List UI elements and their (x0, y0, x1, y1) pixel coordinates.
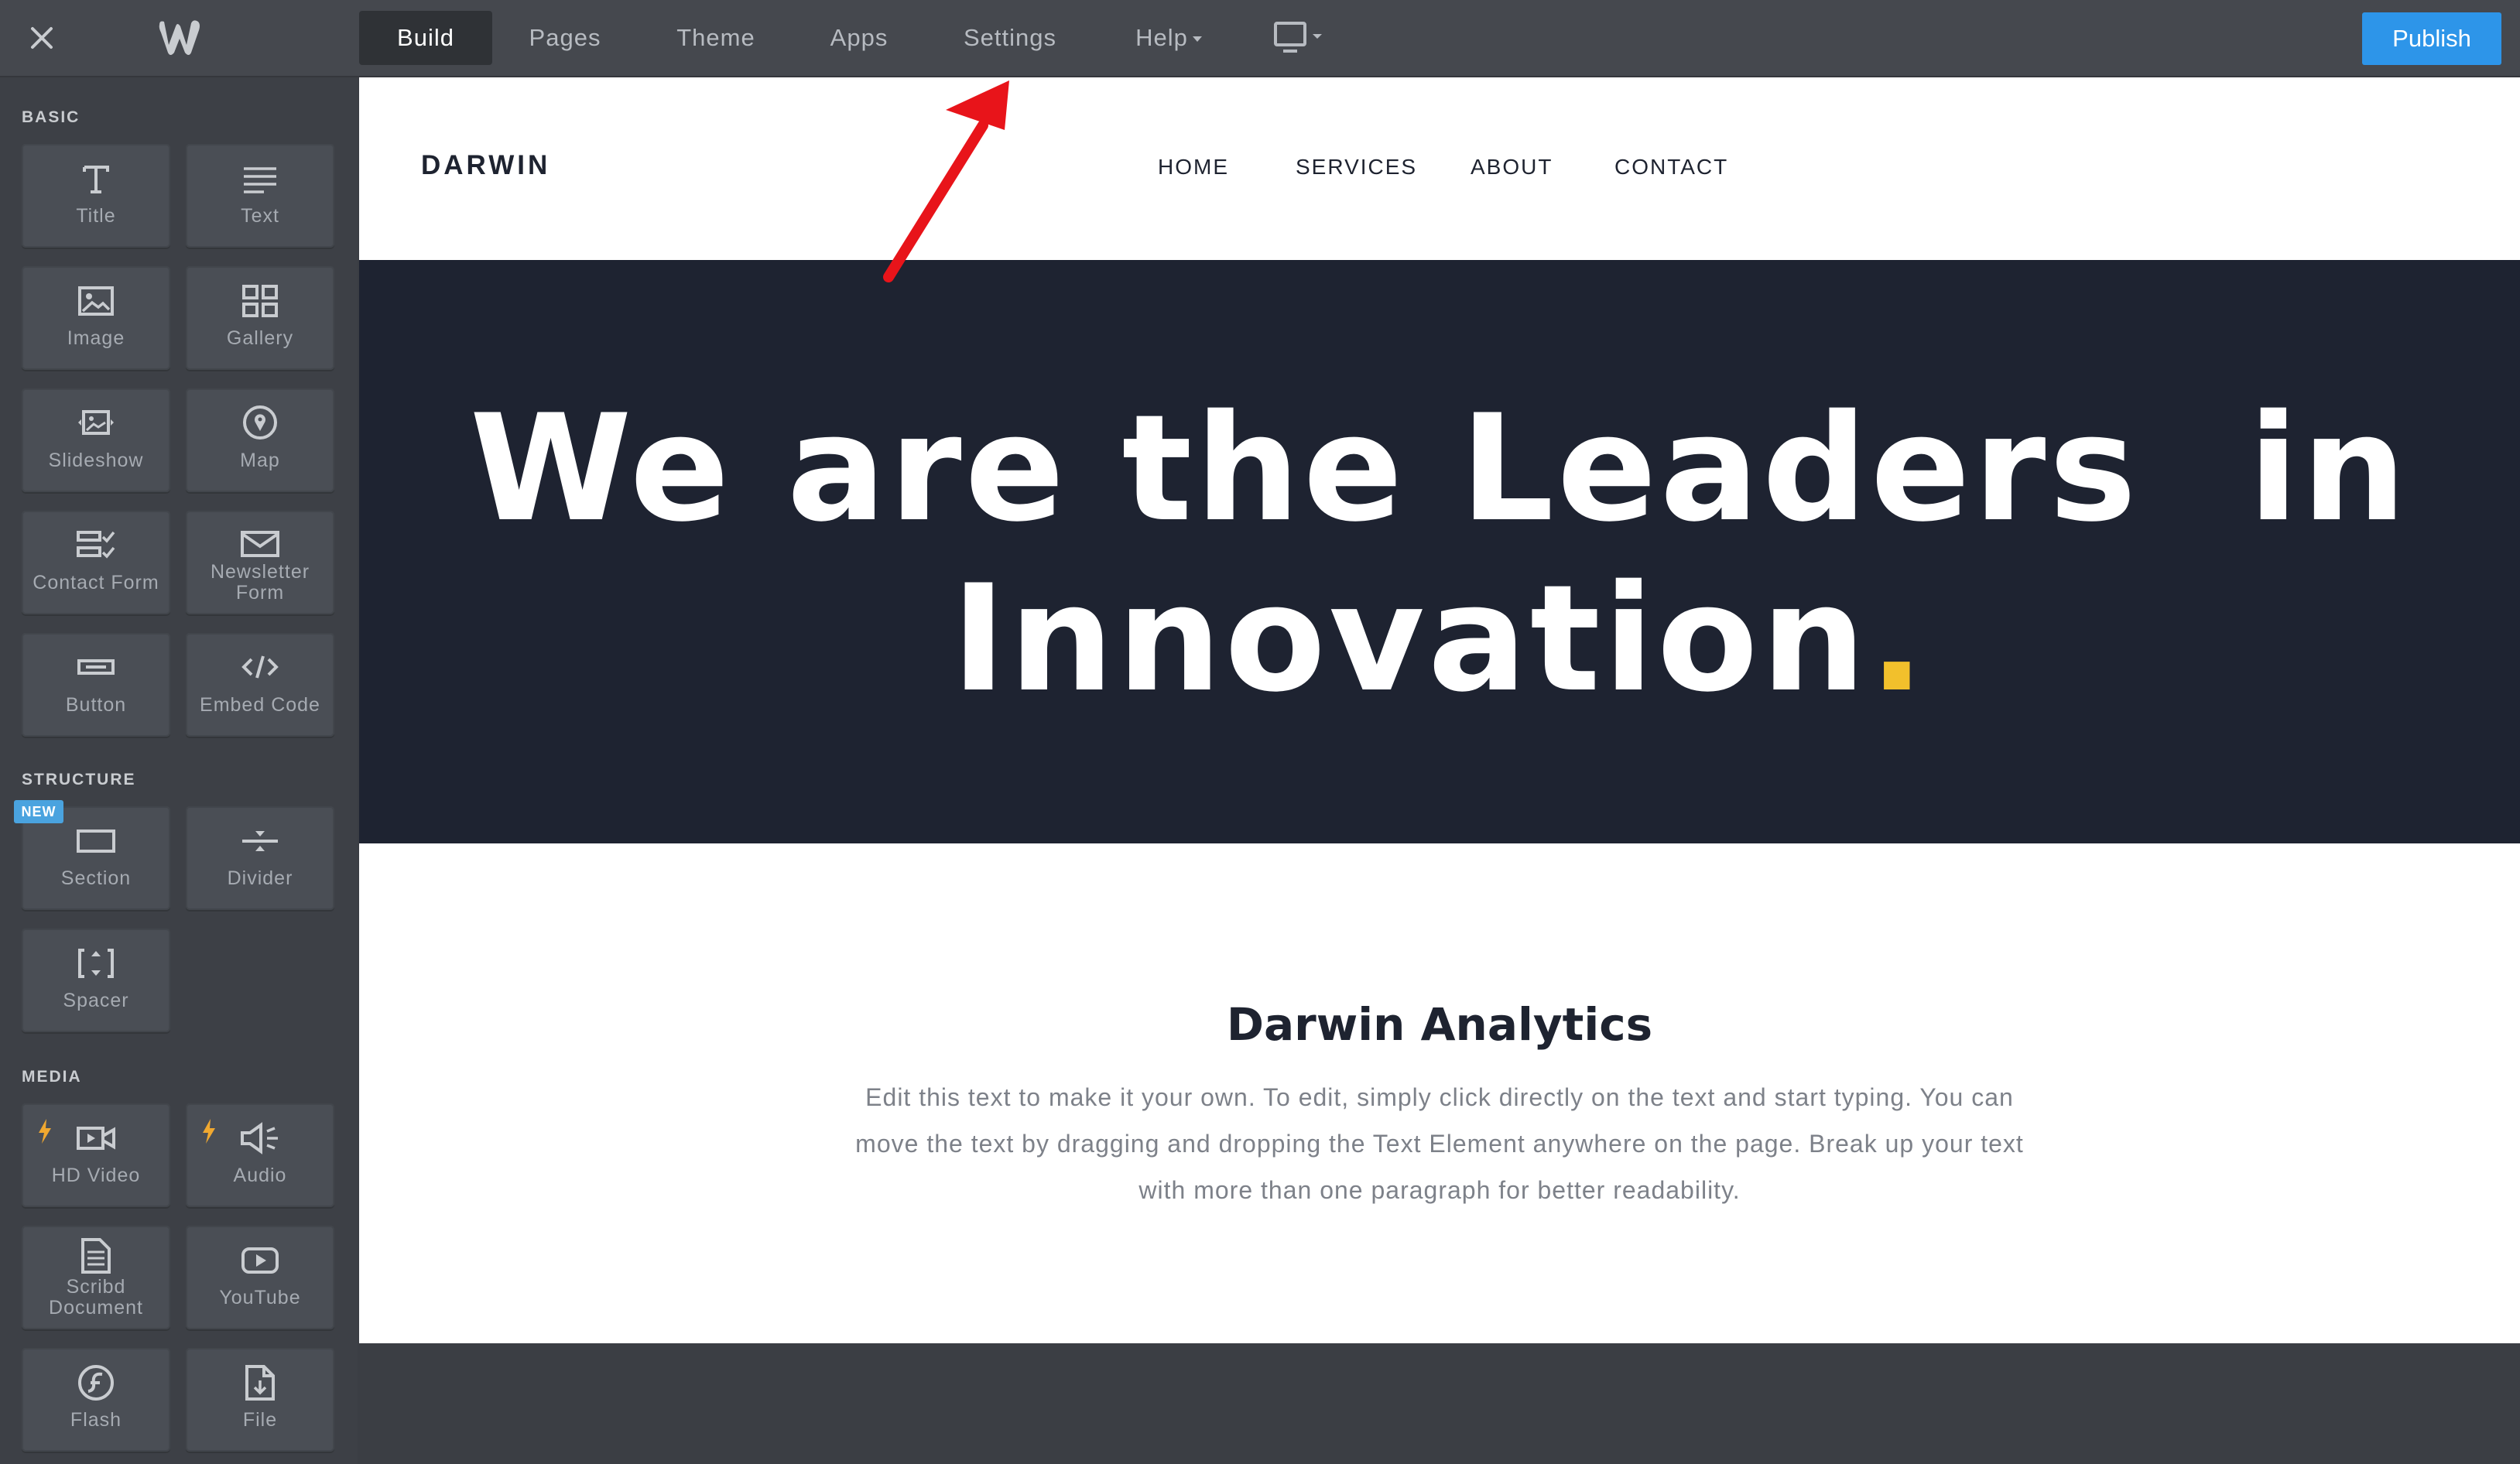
hero-accent-dot: . (1868, 553, 1928, 724)
section-title[interactable]: Darwin Analytics (359, 998, 2520, 1051)
lightning-icon (203, 1119, 215, 1144)
audio-icon (241, 1122, 278, 1154)
section-label-media: MEDIA (22, 1068, 82, 1086)
element-text[interactable]: Text (186, 144, 334, 248)
hero-banner[interactable]: We are the Leaders in Innovation. (359, 260, 2520, 843)
divider-icon (242, 831, 278, 851)
code-icon (241, 655, 279, 679)
element-slideshow[interactable]: Slideshow (22, 388, 170, 492)
element-scribd-document[interactable]: Scribd Document (22, 1226, 170, 1329)
tab-help[interactable]: Help (1114, 11, 1223, 65)
element-map[interactable]: Map (186, 388, 334, 492)
document-icon (81, 1238, 111, 1274)
envelope-icon (241, 531, 279, 557)
element-gallery-label: Gallery (226, 327, 294, 349)
element-embed-code-label: Embed Code (200, 694, 320, 716)
site-nav-contact[interactable]: CONTACT (1614, 155, 1728, 180)
hero-headline[interactable]: We are the Leaders in Innovation. (359, 384, 2520, 724)
gallery-icon (242, 285, 278, 317)
element-audio[interactable]: Audio (186, 1103, 334, 1207)
button-icon (77, 659, 115, 675)
file-icon (245, 1365, 275, 1401)
contact-form-icon (77, 531, 115, 559)
element-text-label: Text (241, 205, 279, 227)
element-contact-form[interactable]: Contact Form (22, 511, 170, 614)
tab-theme[interactable]: Theme (658, 11, 774, 65)
youtube-icon (241, 1247, 279, 1274)
element-divider[interactable]: Divider (186, 806, 334, 910)
element-newsletter-form-label: Newsletter Form (210, 561, 310, 604)
tab-settings[interactable]: Settings (944, 11, 1076, 65)
element-contact-form-label: Contact Form (33, 572, 159, 593)
element-newsletter-form[interactable]: Newsletter Form (186, 511, 334, 614)
element-image[interactable]: Image (22, 266, 170, 370)
chevron-down-icon (1192, 36, 1202, 43)
element-image-label: Image (67, 327, 125, 349)
element-slideshow-label: Slideshow (48, 450, 144, 471)
site-nav-services[interactable]: SERVICES (1296, 155, 1417, 180)
text-icon (244, 167, 276, 193)
hero-line-2: Innovation (951, 553, 1869, 724)
element-title-label: Title (76, 205, 116, 227)
publish-button[interactable]: Publish (2362, 12, 2501, 65)
element-gallery[interactable]: Gallery (186, 266, 334, 370)
element-file[interactable]: File (186, 1348, 334, 1452)
element-scribd-document-label: Scribd Document (49, 1276, 143, 1319)
tab-pages[interactable]: Pages (511, 11, 619, 65)
section-icon (77, 829, 115, 853)
element-embed-code[interactable]: Embed Code (186, 633, 334, 737)
element-title[interactable]: Title (22, 144, 170, 248)
top-toolbar: Build Pages Theme Apps Settings Help Pub… (0, 0, 2520, 77)
section-label-structure: STRUCTURE (22, 771, 136, 788)
weebly-logo-icon[interactable] (155, 17, 204, 60)
close-icon[interactable] (25, 21, 59, 55)
element-button[interactable]: Button (22, 633, 170, 737)
element-flash-label: Flash (70, 1409, 122, 1431)
spacer-icon (78, 949, 114, 978)
element-youtube[interactable]: YouTube (186, 1226, 334, 1329)
video-icon (77, 1127, 115, 1150)
tab-build[interactable]: Build (359, 11, 492, 65)
element-spacer[interactable]: Spacer (22, 929, 170, 1032)
element-spacer-label: Spacer (63, 990, 129, 1011)
element-hd-video[interactable]: HD Video (22, 1103, 170, 1207)
site-canvas[interactable]: DARWIN HOME SERVICES ABOUT CONTACT We ar… (359, 77, 2520, 1343)
image-icon (78, 286, 114, 316)
element-map-label: Map (240, 450, 280, 471)
map-pin-icon (243, 405, 277, 440)
element-section-label: Section (60, 867, 132, 889)
element-file-label: File (242, 1409, 278, 1431)
element-divider-label: Divider (227, 867, 293, 889)
element-button-label: Button (65, 694, 127, 716)
element-youtube-label: YouTube (219, 1287, 301, 1308)
site-nav-home[interactable]: HOME (1158, 155, 1229, 180)
title-icon (83, 166, 109, 193)
flash-icon (78, 1365, 114, 1401)
new-badge: NEW (14, 800, 63, 823)
tab-apps[interactable]: Apps (813, 11, 906, 65)
section-label-basic: BASIC (22, 108, 80, 126)
element-flash[interactable]: Flash (22, 1348, 170, 1452)
hero-line-1: We are the Leaders in (469, 383, 2410, 554)
slideshow-icon (78, 410, 114, 435)
section-body-text[interactable]: Edit this text to make it your own. To e… (836, 1074, 2043, 1213)
site-nav-about[interactable]: ABOUT (1471, 155, 1553, 180)
site-brand[interactable]: DARWIN (421, 150, 550, 181)
lightning-icon (39, 1119, 51, 1144)
element-hd-video-label: HD Video (51, 1165, 141, 1186)
tab-help-label: Help (1135, 24, 1188, 51)
desktop-icon[interactable] (1272, 20, 1327, 56)
element-audio-label: Audio (233, 1165, 287, 1186)
